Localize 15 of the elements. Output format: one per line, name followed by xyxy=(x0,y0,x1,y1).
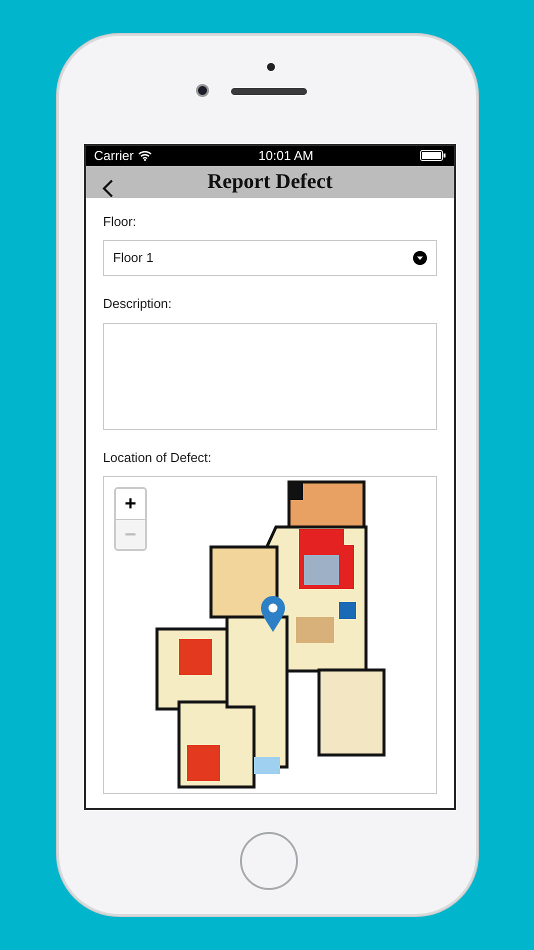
floor-select[interactable]: Floor 1 xyxy=(103,240,437,276)
back-icon[interactable] xyxy=(102,178,114,198)
carrier-label: Carrier xyxy=(94,147,134,165)
floor-label: Floor: xyxy=(103,212,138,230)
status-time: 10:01 AM xyxy=(258,147,314,165)
screen-title: Report Defect xyxy=(207,168,333,195)
sensor-dot xyxy=(267,63,275,71)
dropdown-icon xyxy=(413,251,427,265)
location-label: Location of Defect: xyxy=(103,448,212,466)
battery-icon xyxy=(420,150,446,162)
camera-lens xyxy=(196,84,209,97)
description-field[interactable] xyxy=(103,322,437,430)
wifi-icon xyxy=(138,150,152,162)
map-pin-icon[interactable] xyxy=(260,595,286,633)
description-label: Description: xyxy=(103,295,173,313)
